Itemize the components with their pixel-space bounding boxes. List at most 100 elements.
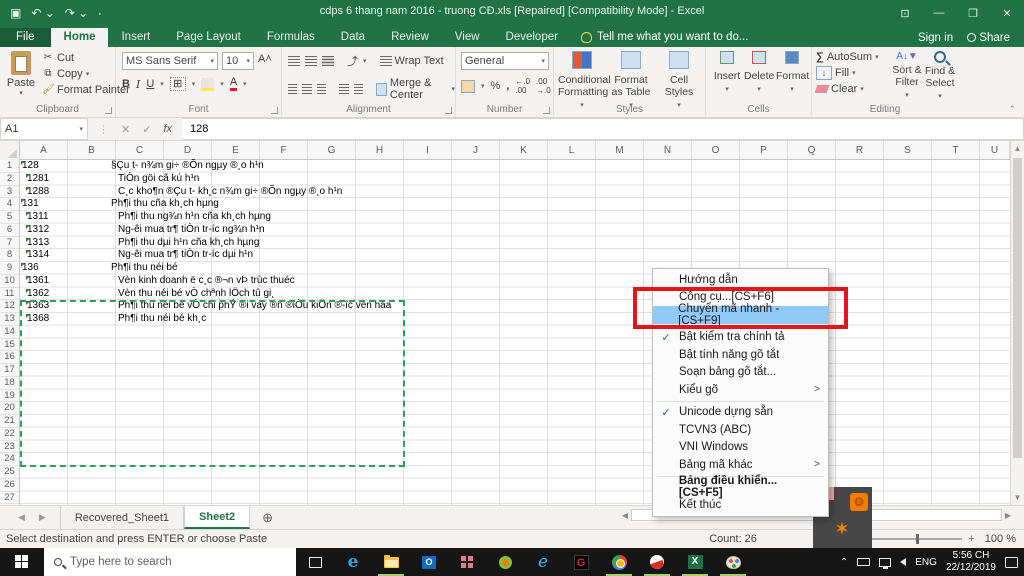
align-left-icon[interactable]	[288, 84, 297, 94]
cell-code[interactable]: 136	[22, 262, 39, 275]
table-row[interactable]: 128§Çu t- n¾m gi÷ ®Õn ngµy ®¸o h¹n	[20, 160, 1000, 173]
table-row[interactable]: 1312Ng-êi mua tr¶ tiÒn tr-íc ng¾n h¹n	[20, 224, 1000, 237]
tab-developer[interactable]: Developer	[493, 28, 571, 47]
cell-code[interactable]: 1363	[27, 300, 49, 313]
underline-button[interactable]: U	[146, 78, 154, 90]
autosum-button[interactable]: ∑AutoSum ▾	[816, 51, 879, 63]
tell-me-box[interactable]: Tell me what you want to do...	[571, 28, 759, 47]
row-header-14[interactable]: 14	[0, 326, 19, 339]
cells-area[interactable]: 128§Çu t- n¾m gi÷ ®Õn ngµy ®¸o h¹n1281 Ti…	[20, 160, 1010, 505]
row-header-5[interactable]: 5	[0, 211, 19, 224]
taskbar-capture-tool-icon[interactable]	[638, 548, 676, 576]
table-row[interactable]: 1361Vèn kinh doanh ë c¸c ®¬n vÞ trùc thu…	[20, 275, 1000, 288]
menu-item[interactable]: VNI Windows	[653, 439, 828, 457]
save-icon[interactable]: ▣	[10, 6, 21, 20]
cell-text[interactable]: Vèn thu néi bé vÒ chªnh lÖch tû gi¸	[118, 288, 275, 301]
column-header-I[interactable]: I	[404, 141, 452, 159]
tab-view[interactable]: View	[442, 28, 493, 47]
row-header-16[interactable]: 16	[0, 351, 19, 364]
cell-code[interactable]: 1288	[27, 186, 49, 199]
column-header-C[interactable]: C	[116, 141, 164, 159]
row-header-13[interactable]: 13	[0, 313, 19, 326]
menu-item[interactable]: Kết thúc	[653, 496, 828, 514]
number-format-combo[interactable]: General▾	[461, 52, 549, 70]
new-sheet-button[interactable]: ⊕	[250, 506, 285, 529]
table-row[interactable]: 1311Ph¶i thu ng¾n h¹n cña kh¸ch hµng	[20, 211, 1000, 224]
name-box[interactable]: A1▾	[0, 118, 88, 140]
scroll-left-icon[interactable]: ◀	[619, 511, 631, 520]
cell-code[interactable]: 1281	[27, 173, 49, 186]
cell-text[interactable]: Ph¶i thu néi bé kh¸c	[118, 313, 206, 326]
align-middle-icon[interactable]	[305, 56, 317, 66]
taskbar-internet-explorer-icon[interactable]: e	[524, 548, 562, 576]
menu-item[interactable]: TCVN3 (ABC)	[653, 421, 828, 439]
taskbar-file-explorer-icon[interactable]	[372, 548, 410, 576]
menu-item[interactable]: Bật tính năng gõ tắt	[653, 346, 828, 364]
scroll-up-icon[interactable]: ▲	[1011, 141, 1024, 156]
align-right-icon[interactable]	[317, 84, 326, 94]
formula-input[interactable]: 128	[182, 118, 1024, 140]
cell-text[interactable]: Ph¶i thu néi bé	[111, 262, 178, 275]
vertical-scrollbar[interactable]: ▲ ▼	[1010, 141, 1024, 505]
row-header-2[interactable]: 2	[0, 173, 19, 186]
taskbar-app-grid-icon[interactable]	[448, 548, 486, 576]
tab-review[interactable]: Review	[378, 28, 442, 47]
share-button[interactable]: Share	[967, 32, 1010, 44]
table-row[interactable]: 1313 Ph¶i thu dµi h¹n cña kh¸ch hµng	[20, 237, 1000, 250]
taskbar-ring-app-icon[interactable]	[486, 548, 524, 576]
insert-function-icon[interactable]: fx	[163, 123, 172, 135]
menu-item[interactable]: ✓Unicode dựng sẵn	[653, 404, 828, 422]
taskbar-outlook-icon[interactable]: O	[410, 548, 448, 576]
column-header-L[interactable]: L	[548, 141, 596, 159]
column-header-B[interactable]: B	[68, 141, 116, 159]
insert-cells-button[interactable]: Insert▾	[712, 51, 742, 94]
clipboard-dialog-launcher-icon[interactable]	[105, 107, 112, 114]
cell-text[interactable]: Ph¶i thu dµi h¹n cña kh¸ch hµng	[118, 237, 259, 250]
row-header-9[interactable]: 9	[0, 262, 19, 275]
column-header-T[interactable]: T	[932, 141, 980, 159]
row-header-3[interactable]: 3	[0, 186, 19, 199]
cell-text[interactable]: Ng-êi mua tr¶ tiÒn tr-íc dµi h¹n	[118, 249, 253, 262]
hidden-icons-chevron-icon[interactable]: ⌃	[840, 557, 848, 568]
row-header-25[interactable]: 25	[0, 466, 19, 479]
menu-item[interactable]: Kiểu gõ>	[653, 381, 828, 399]
volume-icon[interactable]	[900, 558, 906, 566]
delete-cells-button[interactable]: Delete▾	[744, 51, 774, 94]
zoom-slider[interactable]: − +	[860, 533, 975, 545]
align-bottom-icon[interactable]	[322, 56, 334, 66]
row-header-1[interactable]: 1	[0, 160, 19, 173]
borders-icon[interactable]: ⊞	[170, 77, 186, 91]
column-header-A[interactable]: A	[20, 141, 68, 159]
taskbar-edge-icon[interactable]: e	[334, 548, 372, 576]
cell-text[interactable]: TiÒn göi cã kú h¹n	[118, 173, 199, 186]
font-dialog-launcher-icon[interactable]	[271, 107, 278, 114]
cancel-icon[interactable]: ✕	[121, 123, 130, 136]
sign-in-link[interactable]: Sign in	[918, 32, 953, 44]
cell-styles-button[interactable]: Cell Styles▾	[656, 51, 702, 110]
table-row[interactable]: 1363 Ph¶i thu néi bé vÒ chi phÝ ®i vay ®ñ…	[20, 300, 1000, 313]
cell-code[interactable]: 1313	[27, 237, 49, 250]
row-header-17[interactable]: 17	[0, 364, 19, 377]
row-header-4[interactable]: 4	[0, 198, 19, 211]
table-row[interactable]: 136 Ph¶i thu néi bé	[20, 262, 1000, 275]
sheet-tab-sheet2[interactable]: Sheet2	[184, 506, 250, 529]
column-header-K[interactable]: K	[500, 141, 548, 159]
table-row[interactable]: 1281 TiÒn göi cã kú h¹n	[20, 173, 1000, 186]
tab-home[interactable]: Home	[51, 28, 109, 47]
table-row[interactable]: 1368Ph¶i thu néi bé kh¸c	[20, 313, 1000, 326]
tab-page-layout[interactable]: Page Layout	[163, 28, 254, 47]
wrap-text-button[interactable]: Wrap Text	[380, 55, 444, 67]
row-header-15[interactable]: 15	[0, 339, 19, 352]
increase-indent-icon[interactable]	[354, 84, 363, 94]
cell-text[interactable]: Ph¶i thu néi bé vÒ chi phÝ ®i vay ®ñ ®iÒ…	[118, 300, 391, 313]
cell-code[interactable]: 1362	[27, 288, 49, 301]
column-header-M[interactable]: M	[596, 141, 644, 159]
row-header-12[interactable]: 12	[0, 300, 19, 313]
taskbar-paint-icon[interactable]	[714, 548, 752, 576]
menu-item[interactable]: ✓Bật kiểm tra chính tả	[653, 329, 828, 347]
table-row[interactable]: 1362 Vèn thu néi bé vÒ chªnh lÖch tû gi¸	[20, 288, 1000, 301]
conditional-formatting-button[interactable]: Conditional Formatting▾	[558, 51, 606, 110]
menu-item[interactable]: Hướng dẫn	[653, 271, 828, 289]
column-header-G[interactable]: G	[308, 141, 356, 159]
column-header-N[interactable]: N	[644, 141, 692, 159]
